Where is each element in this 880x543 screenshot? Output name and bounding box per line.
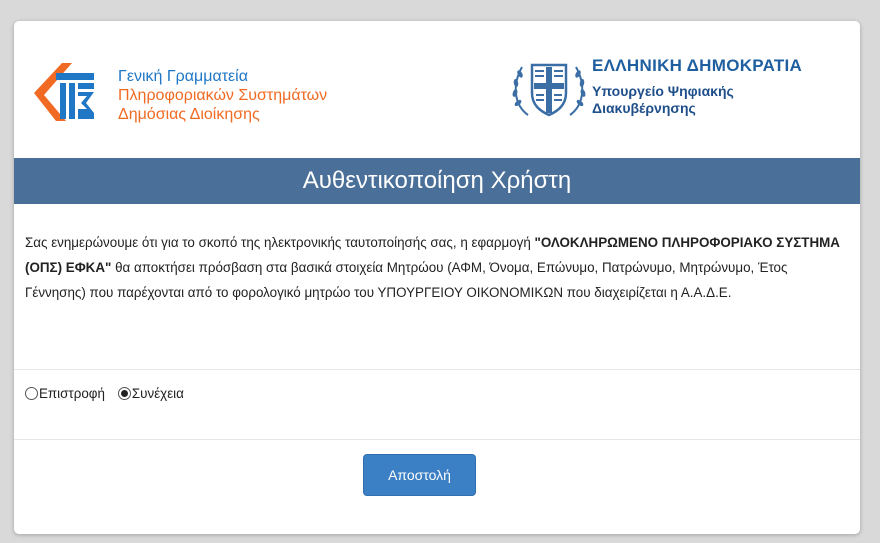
gsis-logo-icon (34, 63, 94, 121)
gsis-line-3: Δημόσιας Διοίκησης (118, 106, 260, 123)
auth-card: Γενική Γραμματεία Πληροφοριακών Συστημάτ… (14, 21, 860, 534)
greek-coat-of-arms-icon (512, 63, 586, 117)
ministry-line-1: Υπουργείο Ψηφιακής (592, 83, 734, 99)
header: Γενική Γραμματεία Πληροφοριακών Συστημάτ… (14, 21, 860, 158)
back-radio[interactable] (25, 386, 38, 400)
back-label: Επιστροφή (39, 385, 105, 401)
page-title: Αυθεντικοποίηση Χρήστη (14, 158, 860, 204)
divider (14, 439, 860, 440)
consent-notice: Σας ενημερώνουμε ότι για το σκοπό της ηλ… (25, 230, 851, 305)
submit-button[interactable]: Αποστολή (363, 454, 476, 496)
option-back[interactable]: Επιστροφή (25, 386, 105, 401)
gsis-name: Γενική Γραμματεία Πληροφοριακών Συστημάτ… (118, 67, 327, 124)
continue-label: Συνέχεια (131, 385, 184, 401)
consent-options: Επιστροφή Συνέχεια (25, 383, 197, 403)
notice-text-2: θα αποκτήσει πρόσβαση στα βασικά στοιχεί… (25, 260, 788, 300)
option-continue[interactable]: Συνέχεια (117, 385, 184, 401)
gov-name: ΕΛΛΗΝΙΚΗ ΔΗΜΟΚΡΑΤΙΑ Υπουργείο Ψηφιακής Δ… (592, 55, 802, 117)
notice-text-1: Σας ενημερώνουμε ότι για το σκοπό της ηλ… (25, 235, 535, 250)
ministry-name: Υπουργείο Ψηφιακής Διακυβέρνησης (592, 83, 802, 117)
ministry-line-2: Διακυβέρνησης (592, 100, 696, 116)
continue-radio[interactable] (117, 386, 131, 400)
divider (14, 369, 860, 370)
country-name: ΕΛΛΗΝΙΚΗ ΔΗΜΟΚΡΑΤΙΑ (592, 56, 803, 75)
gsis-line-2: Πληροφοριακών Συστημάτων (118, 87, 328, 104)
gsis-line-1: Γενική Γραμματεία (118, 68, 248, 85)
